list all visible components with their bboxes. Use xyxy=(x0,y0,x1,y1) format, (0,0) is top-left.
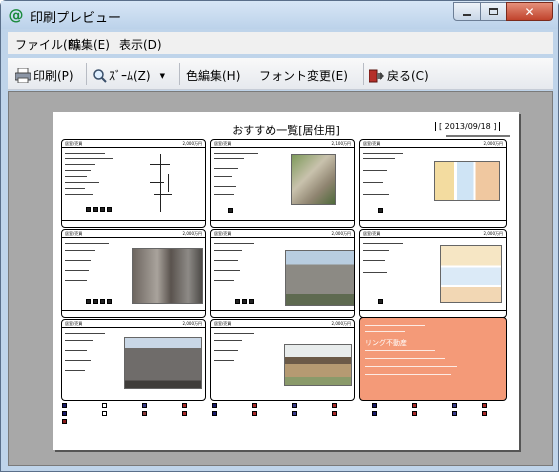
property-card: 居室/売買 2,000万円 xyxy=(359,139,507,228)
close-button[interactable]: ✕ xyxy=(506,2,553,21)
print-preview-window: @ 印刷プレビュー ✕ ファイル(F) 編集(E) 表示(D) 印刷(P) ｽﾞ… xyxy=(0,0,559,472)
menu-bar: ファイル(F) 編集(E) 表示(D) xyxy=(8,32,553,54)
card-footer xyxy=(211,310,354,317)
color-edit-button[interactable]: 色編集(H) xyxy=(186,67,240,84)
floor-plan-image xyxy=(150,154,174,212)
house-photo xyxy=(291,154,336,205)
card-price: 2,000万円 xyxy=(182,231,202,236)
menu-edit[interactable]: 編集(E) xyxy=(69,36,110,53)
card-price: 2,000万円 xyxy=(331,231,351,236)
card-footer xyxy=(62,220,205,227)
property-card: 居室/売買 2,000万円 xyxy=(61,139,206,228)
print-date-note xyxy=(446,135,510,137)
toolbar-separator xyxy=(363,63,364,85)
card-price: 2,100万円 xyxy=(331,141,351,146)
back-label: 戻る(C) xyxy=(387,69,429,83)
toolbar-separator xyxy=(86,63,87,85)
font-change-label: フォント変更(E) xyxy=(259,69,348,83)
company-name: リング不動産 xyxy=(365,339,407,347)
property-card: 居室/売買 2,000万円 xyxy=(210,229,355,318)
card-footer xyxy=(360,310,506,317)
window-title: 印刷プレビュー xyxy=(30,11,122,26)
company-info-card: リング不動産 xyxy=(359,317,507,401)
maximize-icon xyxy=(489,8,498,15)
japanese-house-photo xyxy=(284,344,352,386)
card-price: 2,000万円 xyxy=(182,141,202,146)
back-icon xyxy=(369,69,384,82)
floor-plan-color-image xyxy=(440,245,502,303)
chevron-down-icon: ▼ xyxy=(159,71,165,80)
property-card: 居室/売買 2,000万円 xyxy=(359,229,507,318)
preview-area[interactable]: おすすめ一覧[居住用] [ 2013/09/18 ] 居室/売買 2,000万円 xyxy=(8,91,553,466)
menu-view[interactable]: 表示(D) xyxy=(119,36,162,53)
legend xyxy=(62,403,510,435)
back-button[interactable]: 戻る(C) xyxy=(369,67,429,84)
title-bar[interactable]: @ 印刷プレビュー ✕ xyxy=(1,1,558,29)
property-card: 居室/売買 2,000万円 xyxy=(61,319,206,401)
card-price: 2,000万円 xyxy=(483,141,503,146)
building-photo xyxy=(124,337,202,389)
card-price: 2,000万円 xyxy=(182,321,202,326)
font-change-button[interactable]: フォント変更(E) xyxy=(259,67,348,84)
page-date: [ 2013/09/18 ] xyxy=(435,122,501,131)
apartment-photo xyxy=(132,248,203,304)
at-sign-icon: @ xyxy=(8,6,24,24)
preview-page: おすすめ一覧[居住用] [ 2013/09/18 ] 居室/売買 2,000万円 xyxy=(53,112,519,450)
toolbar-separator xyxy=(179,63,180,85)
condo-photo xyxy=(285,250,354,306)
card-footer xyxy=(211,220,354,227)
property-card: 居室/売買 2,100万円 xyxy=(210,139,355,228)
card-price: 2,000万円 xyxy=(483,231,503,236)
zoom-button[interactable]: ｽﾞｰﾑ(Z) ▼ xyxy=(93,67,165,84)
print-button[interactable]: 印刷(P) xyxy=(15,67,74,84)
print-label: 印刷(P) xyxy=(33,69,74,83)
property-card: 居室/売買 2,000万円 xyxy=(61,229,206,318)
zoom-label: ｽﾞｰﾑ(Z) xyxy=(109,69,151,83)
printer-icon xyxy=(15,68,31,83)
minimize-button[interactable] xyxy=(453,2,481,21)
floor-plan-color-image xyxy=(434,161,500,201)
close-icon: ✕ xyxy=(524,4,535,19)
color-edit-label: 色編集(H) xyxy=(186,69,241,83)
card-price: 2,000万円 xyxy=(331,321,351,326)
card-footer xyxy=(62,310,205,317)
toolbar: 印刷(P) ｽﾞｰﾑ(Z) ▼ 色編集(H) フォント変更(E) 戻る(C) xyxy=(8,58,553,90)
property-card: 居室/売買 2,000万円 xyxy=(210,319,355,401)
maximize-button[interactable] xyxy=(480,2,507,21)
minimize-icon xyxy=(463,13,471,16)
card-footer xyxy=(360,220,506,227)
magnifier-icon xyxy=(93,68,107,83)
